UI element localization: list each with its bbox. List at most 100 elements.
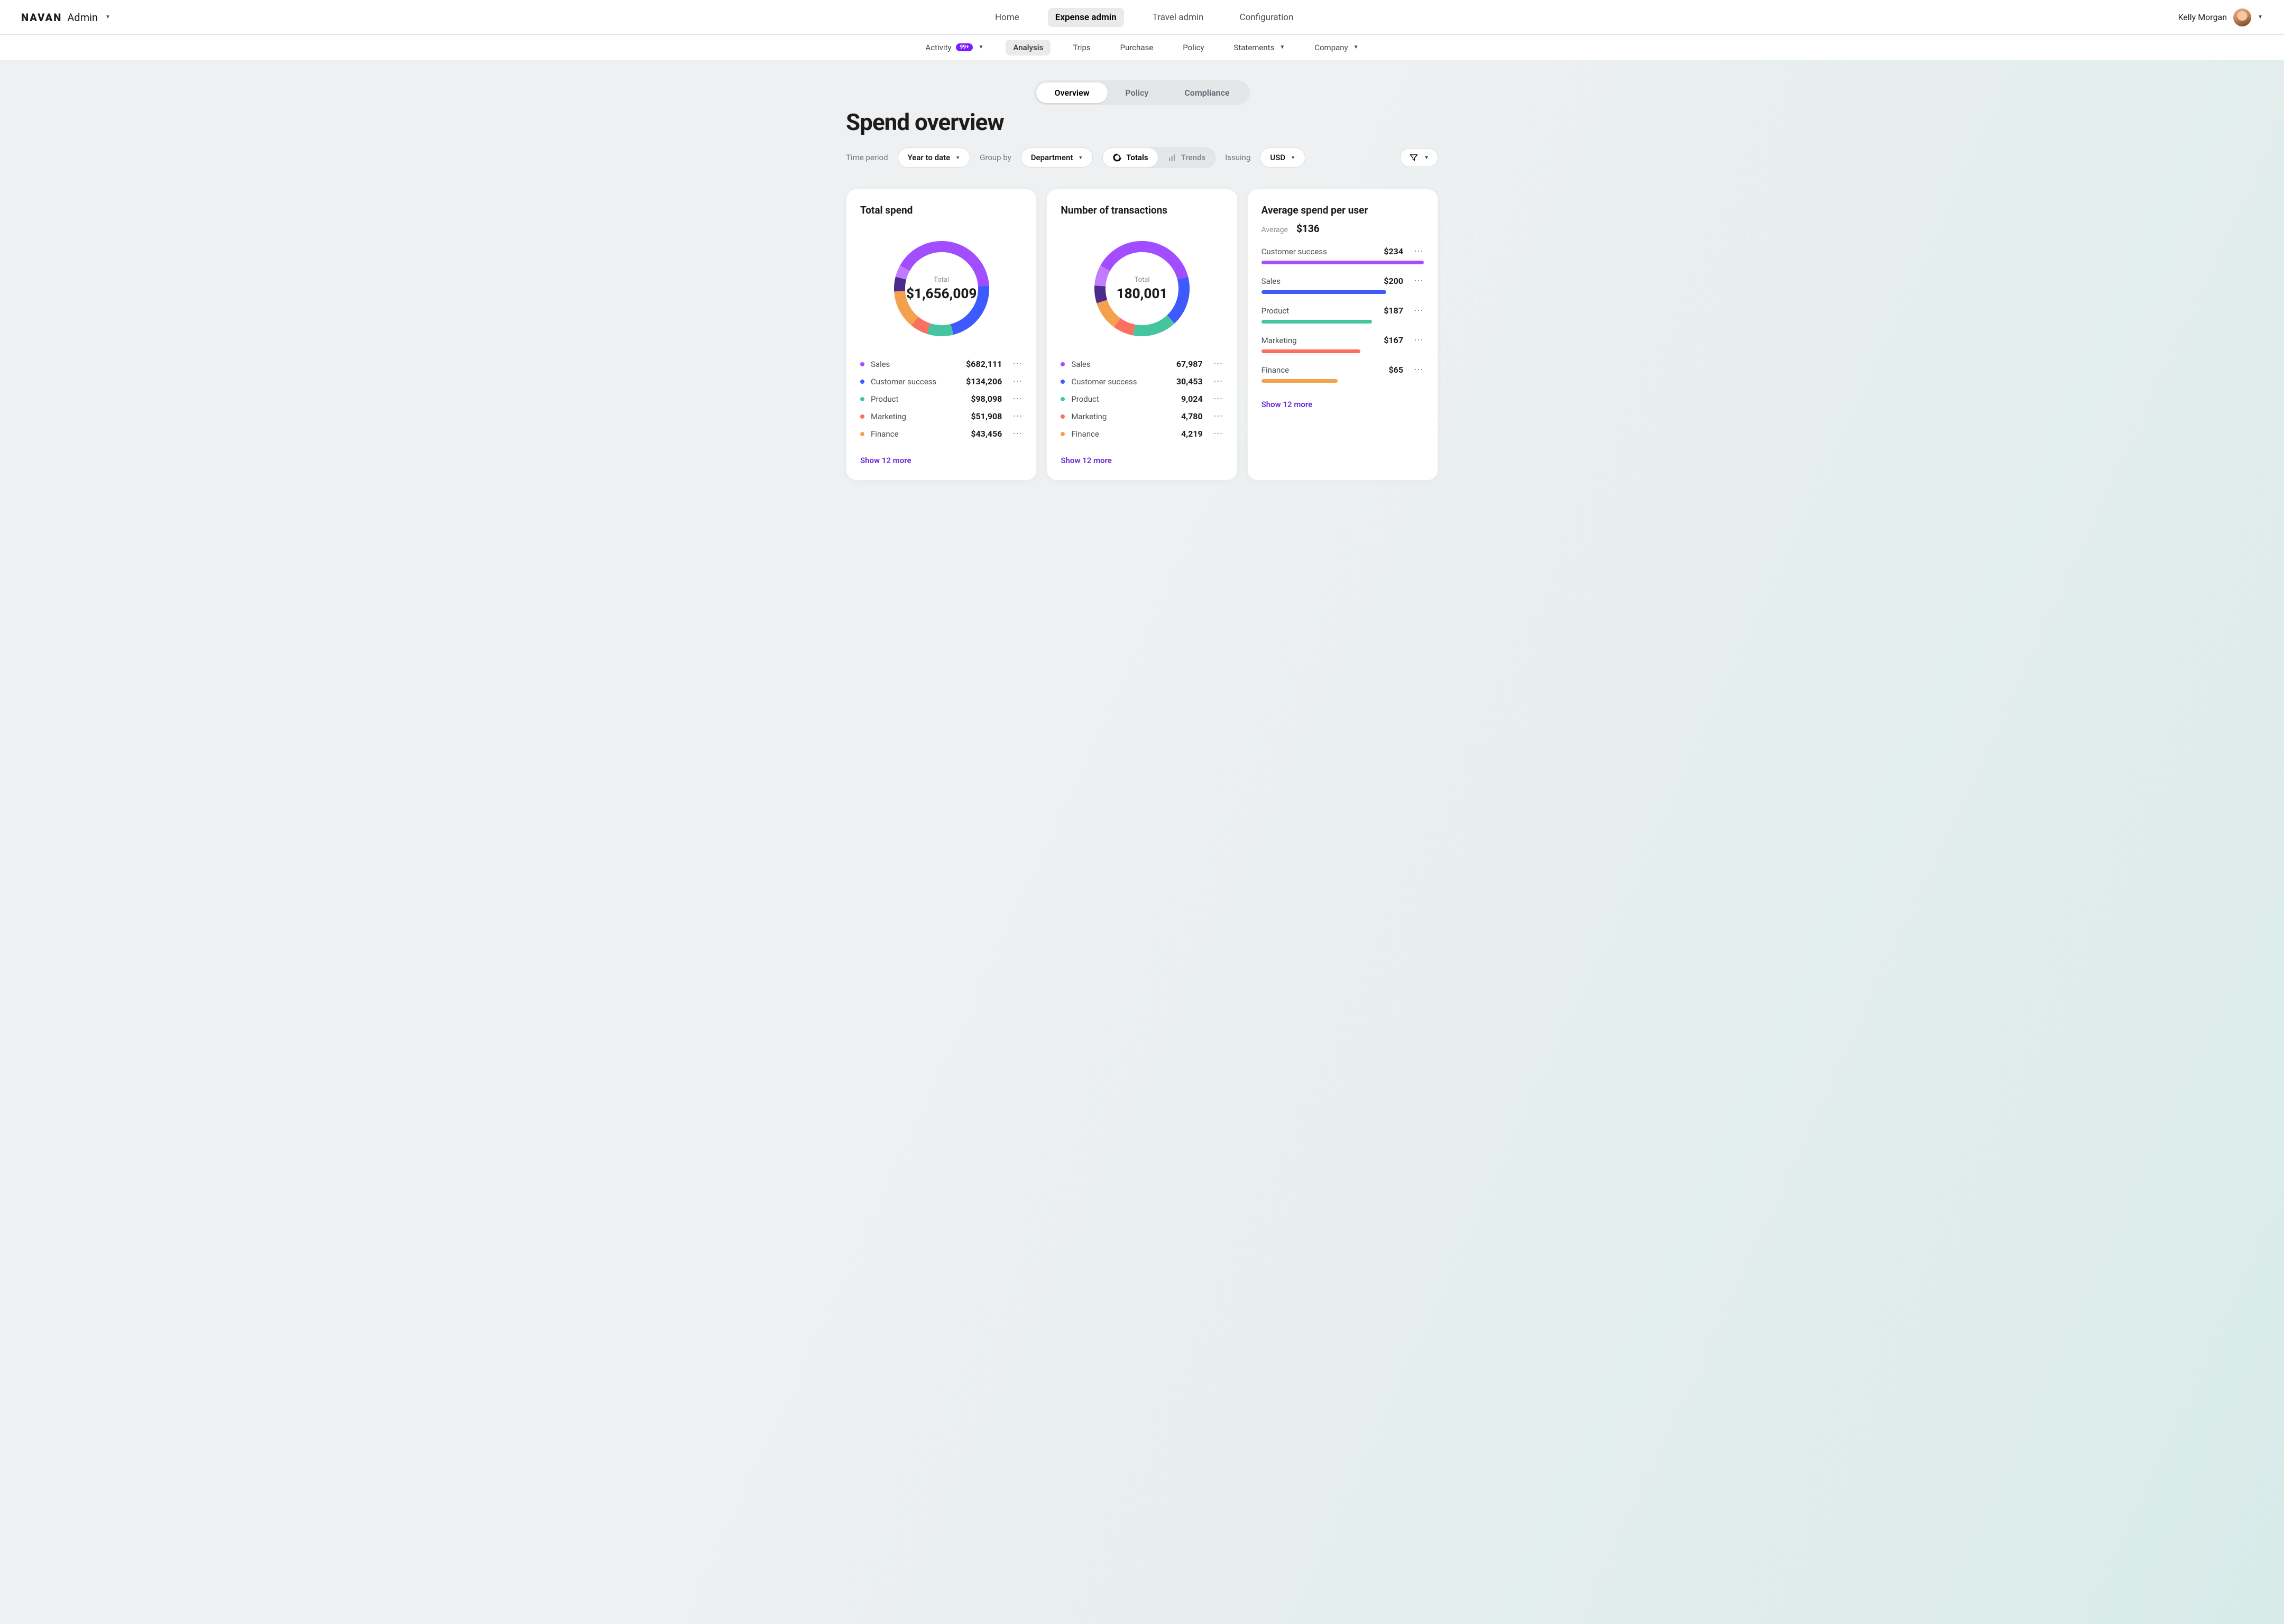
filter-button[interactable]: ▼ [1400, 148, 1438, 167]
filter-icon [1409, 153, 1419, 162]
issuing-label: Issuing [1225, 153, 1250, 162]
legend-row: Sales 67,987 ⋯ [1061, 359, 1223, 369]
color-dot [860, 432, 864, 436]
subnav-activity[interactable]: Activity99+▼ [918, 40, 991, 56]
show-more-link[interactable]: Show 12 more [860, 456, 1023, 465]
chevron-down-icon: ▼ [2258, 14, 2263, 20]
color-dot [860, 380, 864, 384]
tab-policy[interactable]: Policy [1108, 82, 1167, 103]
show-more-link[interactable]: Show 12 more [1061, 456, 1223, 465]
total-spend-card: Total spend Total $1,656,009 Sales$682,1… [846, 189, 1037, 481]
chevron-down-icon: ▼ [1279, 44, 1285, 50]
controls-row: Time period Year to date ▼ Group by Depa… [846, 147, 1438, 168]
row-menu-icon[interactable]: ⋯ [1012, 414, 1023, 419]
card-title: Average spend per user [1261, 204, 1424, 216]
legend-name: Customer success [871, 377, 960, 386]
chevron-down-icon: ▼ [978, 44, 983, 50]
bar-name: Customer success [1261, 247, 1378, 256]
row-menu-icon[interactable]: ⋯ [1012, 380, 1023, 384]
sub-nav: Activity99+▼AnalysisTripsPurchasePolicyS… [0, 35, 2284, 60]
row-menu-icon[interactable]: ⋯ [1012, 397, 1023, 401]
legend-value: 9,024 [1181, 394, 1203, 404]
card-title: Number of transactions [1061, 204, 1223, 216]
time-period-select[interactable]: Year to date ▼ [898, 147, 971, 168]
brand-switcher[interactable]: NAVAN Admin ▼ [21, 11, 110, 24]
row-menu-icon[interactable]: ⋯ [1213, 397, 1223, 401]
legend-row: Customer success $134,206 ⋯ [860, 376, 1023, 386]
donut-icon [1112, 153, 1122, 162]
donut-center-label: Total [934, 276, 949, 284]
view-mode-toggle: Totals Trends [1102, 147, 1215, 168]
nav-home[interactable]: Home [988, 8, 1027, 27]
show-more-link[interactable]: Show 12 more [1261, 400, 1424, 409]
row-menu-icon[interactable]: ⋯ [1414, 338, 1424, 343]
profile-menu[interactable]: Kelly Morgan ▼ [2178, 8, 2263, 26]
totals-toggle[interactable]: Totals [1102, 147, 1158, 168]
row-menu-icon[interactable]: ⋯ [1414, 279, 1424, 283]
legend-row: Finance4,219⋯ [1061, 429, 1223, 439]
average-value: $136 [1296, 223, 1320, 235]
legend-value: 4,780 [1181, 411, 1203, 421]
group-by-select[interactable]: Department ▼ [1021, 147, 1093, 168]
bar-row: Customer success$234⋯ [1261, 246, 1424, 264]
legend-row: Marketing$51,908⋯ [860, 411, 1023, 421]
bar-fill [1261, 290, 1387, 294]
row-menu-icon[interactable]: ⋯ [1012, 432, 1023, 436]
donut-center-value: $1,656,009 [906, 286, 977, 302]
trends-toggle[interactable]: Trends [1158, 148, 1215, 167]
row-menu-icon[interactable]: ⋯ [1012, 362, 1023, 366]
bar-row: Product$187⋯ [1261, 306, 1424, 324]
subnav-purchase[interactable]: Purchase [1113, 40, 1161, 56]
subnav-trips[interactable]: Trips [1065, 40, 1098, 56]
legend: Sales67,987⋯Customer success30,453⋯Produ… [1061, 359, 1223, 439]
legend-name: Finance [871, 429, 964, 439]
legend-value: $682,111 [966, 359, 1002, 369]
subnav-policy[interactable]: Policy [1175, 40, 1211, 56]
legend-value: $43,456 [971, 429, 1002, 439]
page-title: Spend overview [846, 108, 1438, 136]
legend-value: 30,453 [1176, 376, 1203, 386]
top-bar: NAVAN Admin ▼ Home Expense admin Travel ad… [0, 0, 2284, 35]
bar-fill [1261, 349, 1360, 353]
tab-overview[interactable]: Overview [1036, 82, 1107, 103]
bar-row: Finance $65 ⋯ [1261, 365, 1424, 383]
legend-value: 67,987 [1176, 359, 1203, 369]
legend-name: Sales [1071, 359, 1169, 369]
row-menu-icon[interactable]: ⋯ [1213, 380, 1223, 384]
chevron-down-icon: ▼ [1291, 155, 1295, 161]
bar-fill [1261, 320, 1372, 324]
count-badge: 99+ [956, 43, 973, 51]
legend-name: Marketing [1071, 412, 1175, 421]
bar-value: $65 [1388, 365, 1403, 375]
row-menu-icon[interactable]: ⋯ [1414, 250, 1424, 254]
legend-value: 4,219 [1181, 429, 1203, 439]
currency-select[interactable]: USD ▼ [1260, 147, 1305, 168]
bar-name: Finance [1261, 365, 1383, 375]
color-dot [1061, 432, 1065, 436]
nav-travel-admin[interactable]: Travel admin [1145, 8, 1211, 27]
bar-value: $200 [1384, 276, 1403, 286]
subnav-statements[interactable]: Statements▼ [1226, 40, 1292, 56]
row-menu-icon[interactable]: ⋯ [1213, 432, 1223, 436]
legend: Sales$682,111⋯Customer success$134,206⋯P… [860, 359, 1023, 439]
legend-name: Customer success [1071, 377, 1169, 386]
bars-icon [1167, 153, 1177, 162]
nav-configuration[interactable]: Configuration [1232, 8, 1301, 27]
avatar [2233, 8, 2251, 26]
nav-expense-admin[interactable]: Expense admin [1048, 8, 1124, 27]
row-menu-icon[interactable]: ⋯ [1213, 414, 1223, 419]
subnav-analysis[interactable]: Analysis [1006, 40, 1051, 56]
tab-compliance[interactable]: Compliance [1166, 82, 1247, 103]
transactions-card: Number of transactions Total 180,001 Sal… [1046, 189, 1237, 481]
row-menu-icon[interactable]: ⋯ [1213, 362, 1223, 366]
legend-name: Sales [871, 359, 960, 369]
row-menu-icon[interactable]: ⋯ [1414, 368, 1424, 372]
bar-name: Sales [1261, 276, 1378, 286]
color-dot [860, 397, 864, 401]
legend-value: $134,206 [966, 376, 1002, 386]
subnav-company[interactable]: Company▼ [1307, 40, 1366, 56]
chevron-down-icon: ▼ [1353, 44, 1359, 50]
legend-name: Product [871, 394, 964, 404]
legend-row: Product$98,098⋯ [860, 394, 1023, 404]
row-menu-icon[interactable]: ⋯ [1414, 309, 1424, 313]
